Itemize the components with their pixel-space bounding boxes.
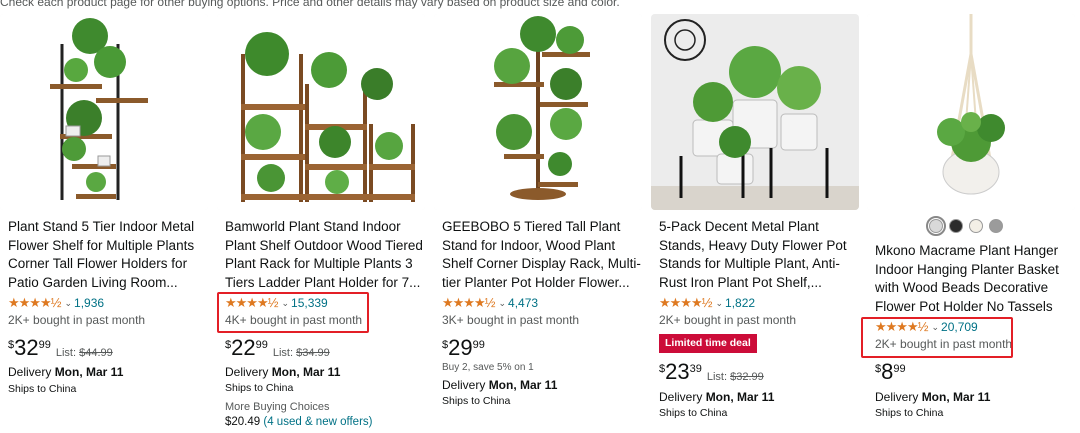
product-card-3: GEEBOBO 5 Tiered Tall Plant Stand for In…: [434, 14, 642, 433]
promo-text: Buy 2, save 5% on 1: [442, 362, 534, 373]
star-rating-icon: ★★★★½: [8, 295, 61, 310]
ships-to: Ships to China: [659, 407, 728, 419]
price[interactable]: $ 22 99 List: $34.99: [225, 336, 330, 360]
limited-time-deal-badge: Limited time deal: [659, 334, 757, 353]
color-swatch[interactable]: [989, 219, 1003, 233]
product-image[interactable]: [0, 14, 208, 210]
highlight-box: [861, 317, 1013, 358]
product-title[interactable]: 5-Pack Decent Metal Plant Stands, Heavy …: [659, 218, 859, 292]
rating-count[interactable]: 1,822: [725, 296, 755, 310]
delivery-info: Delivery Mon, Mar 11: [659, 390, 775, 404]
chevron-down-icon[interactable]: ⌄: [64, 298, 72, 309]
highlight-box: [217, 292, 369, 333]
product-title[interactable]: Bamworld Plant Stand Indoor Plant Shelf …: [225, 218, 425, 292]
color-swatch[interactable]: [969, 219, 983, 233]
buying-options-notice: Check each product page for other buying…: [0, 0, 620, 9]
price[interactable]: $ 32 99 List: $44.99: [8, 336, 113, 360]
rating-count[interactable]: 1,936: [74, 296, 104, 310]
rating-row[interactable]: ★★★★½ ⌄ 4,473: [442, 295, 538, 311]
star-rating-icon: ★★★★½: [659, 295, 712, 310]
chevron-down-icon[interactable]: ⌄: [715, 298, 723, 309]
color-swatch[interactable]: [949, 219, 963, 233]
bought-count: 2K+ bought in past month: [659, 313, 797, 327]
rating-row[interactable]: ★★★★½ ⌄ 1,822: [659, 295, 755, 311]
ships-to: Ships to China: [442, 395, 511, 407]
list-price: List: $34.99: [272, 347, 330, 359]
more-buying-choices: More Buying Choices: [225, 401, 330, 413]
offers-link[interactable]: (4 used & new offers): [263, 416, 372, 428]
offer-row[interactable]: $20.49 (4 used & new offers): [225, 416, 372, 428]
rating-row[interactable]: ★★★★½ ⌄ 1,936: [8, 295, 104, 311]
product-image[interactable]: [651, 14, 859, 210]
product-image[interactable]: [434, 14, 642, 210]
bought-count: 2K+ bought in past month: [8, 313, 146, 327]
price[interactable]: $ 29 99: [442, 336, 485, 360]
product-title[interactable]: Mkono Macrame Plant Hanger Indoor Hangin…: [875, 242, 1075, 316]
price[interactable]: $ 8 99: [875, 360, 906, 384]
product-card-5: Mkono Macrame Plant Hanger Indoor Hangin…: [861, 14, 1075, 433]
product-card-1: Plant Stand 5 Tier Indoor Metal Flower S…: [0, 14, 208, 433]
list-price: List: $44.99: [55, 347, 113, 359]
chevron-down-icon[interactable]: ⌄: [498, 298, 506, 309]
delivery-info: Delivery Mon, Mar 11: [225, 365, 341, 379]
product-image[interactable]: [217, 14, 425, 210]
product-title[interactable]: GEEBOBO 5 Tiered Tall Plant Stand for In…: [442, 218, 642, 292]
rating-count[interactable]: 4,473: [508, 296, 538, 310]
delivery-info: Delivery Mon, Mar 11: [442, 378, 558, 392]
delivery-info: Delivery Mon, Mar 11: [875, 390, 991, 404]
bought-count: 3K+ bought in past month: [442, 313, 580, 327]
product-card-4: 5-Pack Decent Metal Plant Stands, Heavy …: [651, 14, 859, 433]
product-image[interactable]: [867, 14, 1075, 210]
ships-to: Ships to China: [8, 383, 77, 395]
star-rating-icon: ★★★★½: [442, 295, 495, 310]
product-card-2: Bamworld Plant Stand Indoor Plant Shelf …: [217, 14, 425, 433]
delivery-info: Delivery Mon, Mar 11: [8, 365, 124, 379]
ships-to: Ships to China: [875, 407, 944, 419]
color-swatches: [926, 216, 1003, 236]
color-swatch[interactable]: [926, 216, 946, 236]
list-price: List: $32.99: [706, 371, 764, 383]
product-title[interactable]: Plant Stand 5 Tier Indoor Metal Flower S…: [8, 218, 208, 292]
price[interactable]: $ 23 39 List: $32.99: [659, 360, 764, 384]
ships-to: Ships to China: [225, 382, 294, 394]
